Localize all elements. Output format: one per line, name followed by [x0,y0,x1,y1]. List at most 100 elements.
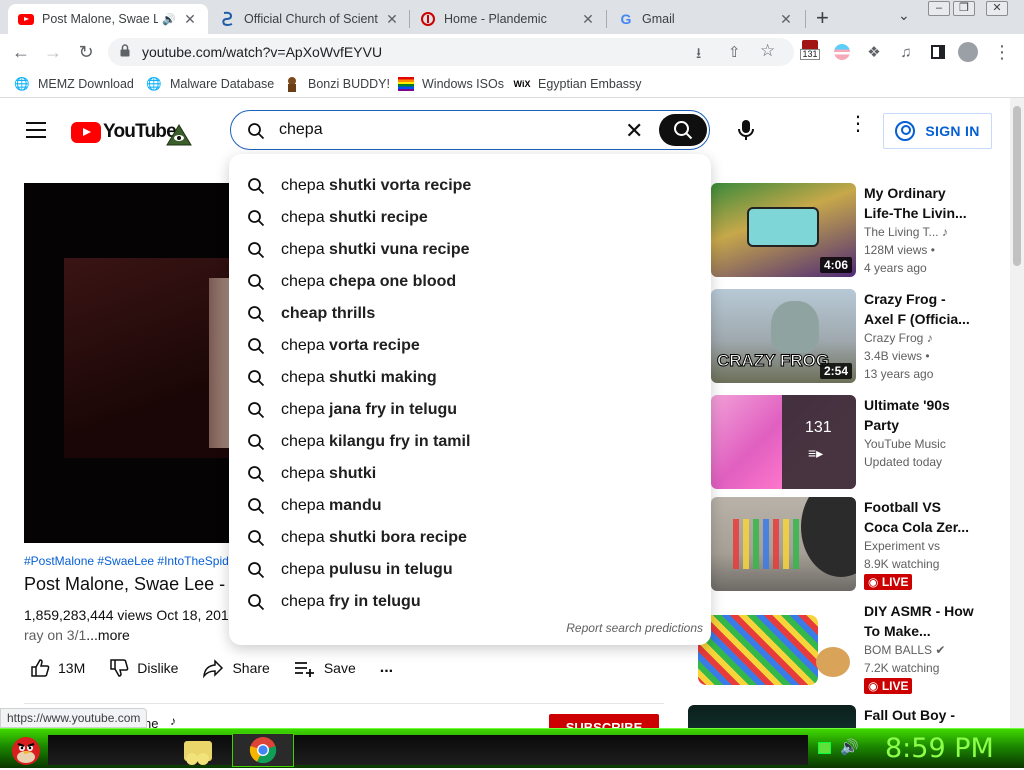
bookmark-memz[interactable]: 🌐 MEMZ Download [14,76,134,92]
video-hashtags[interactable]: #PostMalone #SwaeLee #IntoTheSpid [24,554,229,568]
video-title: Fall Out Boy - [864,707,955,723]
subscribe-button[interactable]: SUBSCRIBE [549,714,659,728]
page-scrollbar[interactable] [1010,98,1024,728]
address-bar[interactable]: youtube.com/watch?v=ApXoWvfEYVU ⭳ ⇧ ☆ [108,38,794,66]
recommended-video[interactable]: CRAZY FROG 2:54 Crazy Frog - Axel F (Off… [711,289,991,385]
video-title: DIY ASMR - How To Make... [864,603,974,639]
tab-search-icon[interactable]: ⌄ [898,7,910,24]
search-suggestion[interactable]: chepa shutki [229,458,711,490]
report-predictions-link[interactable]: Report search predictions [566,621,703,635]
save-button[interactable]: Save [294,658,356,678]
bookmark-malware-db[interactable]: 🌐 Malware Database [146,76,274,92]
close-tab-icon[interactable]: ✕ [580,11,596,28]
profile-avatar-icon[interactable] [958,42,978,62]
bookmark-windows-isos[interactable]: Windows ISOs [398,76,504,92]
forward-button[interactable]: → [40,40,66,64]
bookmark-bonzi[interactable]: Bonzi BUDDY! [284,76,390,92]
side-panel-icon[interactable] [928,42,948,62]
like-button[interactable]: 13M [30,658,85,678]
share-button[interactable]: Share [202,658,270,678]
clear-search-icon[interactable]: ✕ [625,118,643,144]
close-tab-icon[interactable]: ✕ [778,11,794,28]
search-suggestion[interactable]: chepa shutki vorta recipe [229,170,711,202]
search-suggestion[interactable]: chepa shutki recipe [229,202,711,234]
voice-search-button[interactable] [730,112,762,148]
menu-icon[interactable] [26,122,46,138]
start-button[interactable] [8,731,44,767]
search-suggestion[interactable]: chepa kilangu fry in tamil [229,426,711,458]
recommended-video[interactable]: Football VS Coca Cola Zer... Experiment … [711,497,991,593]
search-suggestion[interactable]: chepa vorta recipe [229,330,711,362]
tab-scientology[interactable]: Official Church of Sciento ✕ [210,4,410,34]
suggestion-completion: mandu [329,497,382,514]
search-button[interactable] [659,114,707,146]
close-tab-icon[interactable]: ✕ [182,11,198,28]
restore-button[interactable]: ❐ [953,1,975,16]
search-suggestion[interactable]: cheap thrills [229,298,711,330]
settings-more-icon[interactable]: ⋮ [848,114,868,140]
youtube-page: YouTube ✕ ⋮ SIGN IN #PostMalone #SwaeLe [0,98,1010,728]
recommended-video[interactable]: Fall Out Boy - [688,705,991,728]
search-suggestion[interactable]: chepa jana fry in telugu [229,394,711,426]
extension-flag-icon[interactable] [832,42,852,62]
search-suggestion[interactable]: chepa mandu [229,490,711,522]
video-thumbnail[interactable]: 4:06 [711,183,856,277]
volume-icon[interactable]: 🔊 [840,738,859,756]
taskbar-clock[interactable]: 8:59 PM [885,733,994,764]
search-input[interactable] [279,119,609,141]
bookmark-star-icon[interactable]: ☆ [760,41,775,61]
search-suggestion[interactable]: chepa pulusu in telugu [229,554,711,586]
browser-menu-icon[interactable]: ⋮ [992,42,1012,62]
show-more-link[interactable]: ...more [86,627,130,643]
video-thumbnail[interactable]: CRAZY FROG 2:54 [711,289,856,383]
extensions-puzzle-icon[interactable]: ❖ [864,42,884,62]
close-tab-icon[interactable]: ✕ [384,11,400,28]
new-tab-button[interactable]: + [816,5,829,31]
network-icon[interactable] [818,742,831,754]
bookmark-label: Bonzi BUDDY! [308,77,390,91]
video-thumbnail[interactable] [688,601,856,695]
youtube-logo[interactable]: YouTube [71,118,192,146]
video-age: 4 years ago [864,261,927,275]
recommended-playlist[interactable]: 131 ≡▸ Ultimate '90s Party YouTube Music… [711,395,991,491]
channel-name: Crazy Frog ♪ [864,331,933,345]
install-app-icon[interactable]: ⭳ [696,43,701,68]
dislike-button[interactable]: Dislike [109,658,178,678]
folder-app-icon[interactable] [182,735,214,765]
audio-icon[interactable]: 🔊 [162,13,176,26]
thumbs-down-icon [110,659,129,677]
recommended-video[interactable]: DIY ASMR - How To Make... BOM BALLS ✔ 7.… [688,601,991,697]
recommended-video[interactable]: 4:06 My Ordinary Life-The Livin... The L… [711,183,991,279]
back-button[interactable]: ← [8,40,34,64]
more-actions-button[interactable]: ... [380,659,393,677]
search-icon [248,402,265,419]
extension-calendar-icon[interactable]: 131 [800,40,820,60]
close-window-button[interactable]: ✕ [986,1,1008,16]
search-suggestion[interactable]: chepa shutki vuna recipe [229,234,711,266]
video-thumbnail[interactable] [688,705,856,728]
tab-youtube[interactable]: Post Malone, Swae Le 🔊 ✕ [8,4,208,34]
minimize-button[interactable]: – [928,1,950,16]
search-suggestion[interactable]: chepa chepa one blood [229,266,711,298]
bookmark-egyptian-embassy[interactable]: WiX Egyptian Embassy [514,76,642,92]
scrollbar-thumb[interactable] [1013,106,1021,266]
reload-button[interactable]: ↻ [73,40,99,64]
playlist-thumbnail[interactable]: 131 ≡▸ [711,395,856,489]
share-icon[interactable]: ⇧ [728,43,741,61]
search-suggestion[interactable]: chepa fry in telugu [229,586,711,618]
chrome-taskbar-button[interactable] [232,733,294,767]
tab-gmail[interactable]: G Gmail ✕ [608,4,804,34]
search-suggestion[interactable]: chepa shutki making [229,362,711,394]
suggestion-prefix: chepa [281,593,330,610]
sign-in-button[interactable]: SIGN IN [883,113,992,149]
video-description[interactable]: ray on 3/1...more [24,627,130,643]
search-suggestion[interactable]: chepa shutki bora recipe [229,522,711,554]
suggestion-completion: shutki vuna recipe [329,241,470,258]
media-control-icon[interactable]: ♫ [896,42,916,62]
plandemic-icon [420,11,436,27]
bookmark-label: Egyptian Embassy [538,77,642,91]
tab-strip: Post Malone, Swae Le 🔊 ✕ Official Church… [0,0,1024,34]
channel-name: The Living T... ♪ [864,225,948,239]
video-thumbnail[interactable] [711,497,856,591]
tab-plandemic[interactable]: Home - Plandemic ✕ [410,4,606,34]
